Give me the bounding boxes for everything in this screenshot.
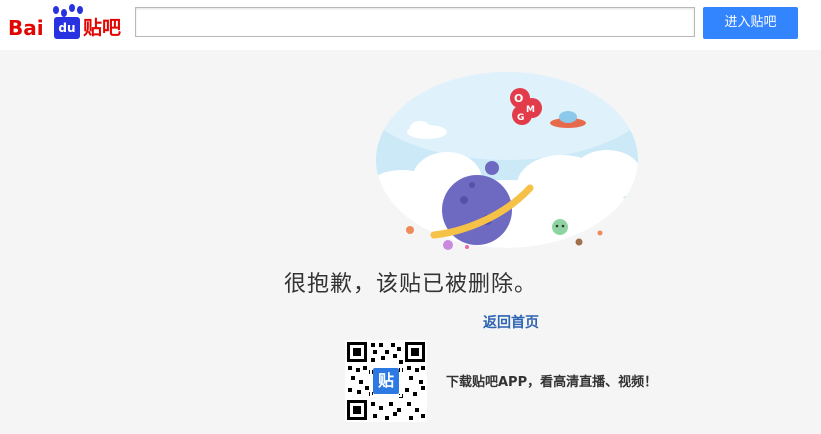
paw-toe-3	[77, 6, 83, 14]
paw-toe-1	[61, 9, 67, 17]
svg-text:G: G	[517, 113, 524, 123]
top-bar: Bai du 贴吧 进入贴吧	[0, 0, 821, 50]
logo-tieba-text: 贴吧	[83, 17, 122, 39]
paw-toe-2	[69, 4, 75, 12]
baidu-tieba-logo[interactable]: Bai du 贴吧	[6, 3, 128, 45]
app-download-promo[interactable]: 下载贴吧APP，看高清直播、视频！	[446, 371, 657, 390]
home-link-row: 返回首页	[0, 312, 821, 332]
logo-du-text: du	[54, 17, 80, 39]
svg-text:O: O	[514, 92, 523, 105]
qr-badge-text: 贴	[377, 371, 394, 390]
svg-text:M: M	[526, 105, 535, 115]
deleted-post-message: 很抱歉，该贴已被删除。	[283, 272, 537, 297]
planet-scene-icon: O M G	[376, 72, 638, 250]
paw-toe-4	[53, 6, 59, 14]
logo-bai-text: Bai	[8, 16, 44, 40]
search-input[interactable]	[135, 7, 695, 37]
back-to-home-link[interactable]: 返回首页	[483, 315, 539, 331]
app-qr-code: 贴	[345, 340, 427, 422]
enter-tieba-button[interactable]: 进入贴吧	[703, 7, 798, 39]
deleted-post-illustration: O M G	[372, 70, 642, 255]
